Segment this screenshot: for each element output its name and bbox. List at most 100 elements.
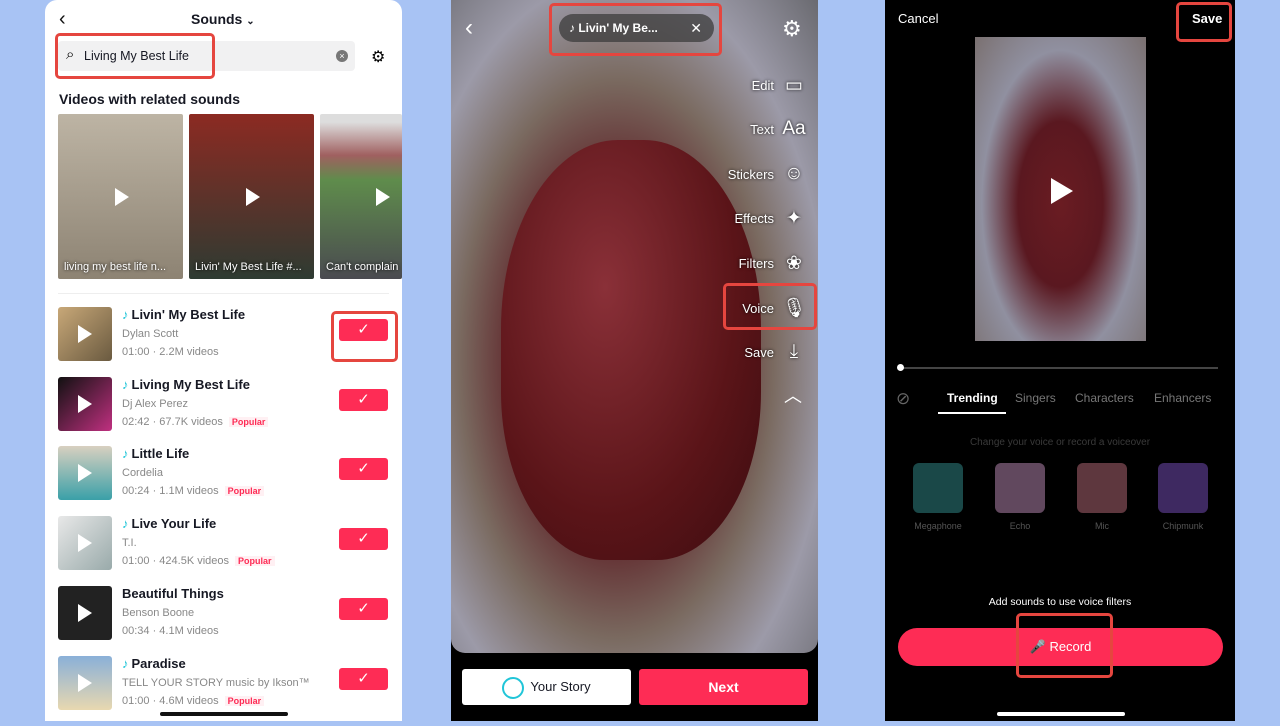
sound-title: Beautiful Things	[122, 586, 224, 601]
your-story-button[interactable]: Your Story	[462, 669, 631, 705]
sound-title-text: Paradise	[131, 655, 186, 671]
sound-meta-text: 02:42 · 67.7K videos	[122, 415, 223, 428]
sound-artist: Cordelia	[122, 467, 163, 480]
slider-handle[interactable]	[897, 364, 904, 371]
tool-filters[interactable]: Filters ❀	[739, 252, 806, 275]
back-icon[interactable]: ‹	[465, 14, 473, 42]
sound-meta: 00:34 · 4.1M videos	[122, 625, 219, 637]
sound-title-text: Live Your Life	[131, 516, 217, 532]
chevron-down-icon: ⌄	[246, 16, 255, 27]
sound-meta-text: 01:00 · 4.6M videos	[122, 694, 219, 707]
sound-list-item[interactable]: Beautiful Things Benson Boone 00:34 · 4.…	[45, 585, 402, 656]
album-art[interactable]	[58, 446, 112, 501]
sound-list-item[interactable]: ♪ Little Life Cordelia 00:24 · 1.1M video…	[45, 446, 402, 516]
voice-panel: Cancel Save ⊘ Trending Singers Character…	[885, 0, 1235, 721]
select-sound-checkbox[interactable]: ✓	[339, 388, 388, 411]
sticker-icon: ☺	[784, 163, 804, 184]
megaphone-icon	[913, 463, 963, 513]
music-note-icon: ♪	[122, 376, 129, 392]
video-caption: Can't complain	[326, 261, 399, 273]
tool-save[interactable]: Save ⤓	[744, 341, 806, 363]
video-thumb[interactable]: Livin' My Best Life #...	[189, 114, 314, 279]
filter-label: Mic	[1095, 521, 1109, 531]
sound-title: ♪ Live Your Life	[122, 516, 216, 531]
filter-settings-icon[interactable]: ⚙	[371, 47, 385, 67]
edit-icon: ▭	[785, 75, 803, 96]
next-button[interactable]: Next	[639, 669, 808, 705]
clear-search-icon[interactable]: ×	[336, 50, 348, 62]
filter-echo[interactable]: Echo	[995, 463, 1045, 531]
voice-hint: Change your voice or record a voiceover	[969, 437, 1151, 448]
avatar	[502, 676, 525, 699]
tool-label: Text	[750, 121, 774, 137]
tool-stickers[interactable]: Stickers ☺	[728, 163, 806, 185]
sounds-title-dropdown[interactable]: Sounds ⌄	[191, 11, 255, 27]
cancel-button[interactable]: Cancel	[898, 11, 938, 26]
home-indicator	[160, 712, 288, 716]
timeline-slider[interactable]	[897, 364, 1218, 371]
divider	[58, 293, 389, 294]
music-note-icon: ♪	[122, 516, 129, 532]
settings-icon[interactable]: ⚙	[782, 16, 802, 42]
sound-meta: 02:42 · 67.7K videos Popular	[122, 415, 269, 428]
play-icon	[376, 188, 390, 206]
sound-artist: Benson Boone	[122, 606, 195, 619]
play-icon	[78, 603, 92, 622]
select-sound-checkbox[interactable]: ✓	[339, 458, 388, 481]
tool-label: Effects	[734, 211, 774, 226]
filter-chipmunk[interactable]: Chipmunk	[1158, 463, 1208, 531]
back-icon[interactable]: ‹	[59, 8, 66, 31]
text-icon: Aa	[782, 118, 806, 139]
tool-label: Save	[744, 344, 774, 360]
video-thumb[interactable]: living my best life n...	[58, 114, 183, 279]
play-icon	[246, 188, 260, 206]
popular-badge: Popular	[228, 416, 269, 427]
music-note-icon: ♪	[122, 307, 129, 322]
sound-title-text: Little Life	[131, 446, 190, 462]
album-art[interactable]	[58, 655, 112, 710]
sound-meta: 01:00 · 4.6M videos Popular	[122, 694, 265, 707]
filter-mic[interactable]: Mic	[1077, 463, 1127, 531]
apple-image	[501, 140, 761, 560]
tab-trending[interactable]: Trending	[947, 391, 998, 405]
sound-artist: T.I.	[122, 537, 137, 550]
filter-label: Echo	[1009, 521, 1031, 531]
sound-meta-text: 00:34 · 4.1M videos	[122, 624, 219, 637]
select-sound-checkbox[interactable]: ✓	[339, 528, 388, 551]
no-effect-icon[interactable]: ⊘	[896, 389, 910, 409]
tool-text[interactable]: Text Aa	[750, 118, 806, 140]
sound-list-item[interactable]: ♪ Living My Best Life Dj Alex Perez 02:42…	[45, 376, 402, 447]
select-sound-checkbox[interactable]: ✓	[339, 667, 388, 690]
play-icon	[78, 325, 92, 343]
your-story-label: Your Story	[530, 679, 591, 694]
sound-highlight	[549, 3, 722, 56]
sparkle-icon: ✦	[786, 208, 802, 229]
tool-label: Stickers	[727, 166, 774, 182]
tab-characters[interactable]: Characters	[1075, 391, 1134, 405]
sound-title-text: Livin' My Best Life	[131, 307, 246, 322]
video-caption: living my best life n...	[64, 261, 167, 273]
album-art[interactable]	[58, 585, 112, 640]
mic-icon	[1077, 463, 1127, 513]
collapse-chevron-icon[interactable]: ︿	[784, 382, 802, 408]
music-note-icon: ♪	[122, 446, 129, 462]
album-art[interactable]	[58, 516, 112, 571]
tab-singers[interactable]: Singers	[1015, 391, 1056, 405]
video-thumb[interactable]: Can't complain	[320, 114, 402, 279]
tool-effects[interactable]: Effects ✦	[734, 207, 806, 230]
sound-artist: Dylan Scott	[122, 328, 179, 340]
sound-list-item[interactable]: ♪ Live Your Life T.I. 01:00 · 424.5K vide…	[45, 516, 402, 586]
select-sound-checkbox[interactable]: ✓	[339, 597, 388, 620]
voice-notice: Add sounds to use voice filters	[988, 596, 1132, 608]
video-caption: Livin' My Best Life #...	[195, 261, 302, 273]
editor-panel: ‹ ♪ Livin' My Be... ✕ ⚙ Edit ▭ Text Aa Stic…	[451, 0, 818, 721]
play-icon	[78, 464, 92, 483]
play-icon	[78, 673, 92, 692]
sound-meta: 01:00 · 424.5K videos Popular	[122, 555, 275, 567]
album-art[interactable]	[58, 307, 112, 361]
album-art[interactable]	[58, 376, 112, 431]
sounds-panel: ‹ Sounds ⌄ ⌕ Living My Best Life × ⚙ Vid…	[45, 0, 402, 721]
tab-enhancers[interactable]: Enhancers	[1154, 391, 1211, 405]
tool-edit[interactable]: Edit ▭	[752, 74, 806, 97]
filter-megaphone[interactable]: Megaphone	[913, 463, 963, 531]
